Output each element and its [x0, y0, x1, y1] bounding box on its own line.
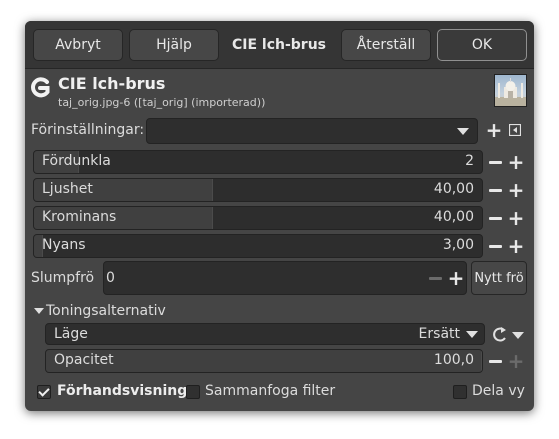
seed-label: Slumpfrö — [31, 270, 95, 286]
filter-title: CIE lch-brus — [58, 74, 166, 93]
dialog-title: CIE lch-brus — [231, 37, 327, 53]
slider-label: Nyans — [42, 237, 86, 253]
mode-combo[interactable]: Läge Ersätt — [45, 323, 485, 345]
filter-dialog: Avbryt Hjälp CIE lch-brus Återställ OK C… — [25, 21, 534, 411]
preview-label[interactable]: Förhandsvisning — [57, 383, 187, 399]
slider-value: 40,00 — [433, 209, 474, 225]
chevron-down-icon — [457, 128, 469, 135]
reset-button[interactable]: Återställ — [341, 29, 431, 61]
seed-input[interactable]: 0 — [103, 261, 467, 295]
decrease-button[interactable] — [485, 179, 505, 201]
slider-label: Fördunkla — [42, 153, 111, 169]
mode-label: Läge — [54, 326, 88, 342]
cancel-button[interactable]: Avbryt — [33, 29, 123, 61]
slider-ljushet[interactable]: Ljushet 40,00 — [33, 178, 483, 202]
expander-arrow-icon[interactable] — [34, 308, 44, 314]
merge-filter-label[interactable]: Sammanfoga filter — [205, 383, 335, 399]
gegl-logo-icon — [31, 77, 50, 98]
composite-mode-icon[interactable] — [492, 326, 526, 344]
decrease-button[interactable] — [485, 151, 505, 173]
slider-nyans[interactable]: Nyans 3,00 — [33, 234, 483, 258]
slider-fordunkla[interactable]: Fördunkla 2 — [33, 150, 483, 174]
split-view-checkbox[interactable] — [453, 385, 467, 399]
presets-menu-icon[interactable] — [509, 124, 521, 136]
presets-combo[interactable] — [146, 118, 478, 144]
split-view-label[interactable]: Dela vy — [472, 383, 525, 399]
slider-value: 2 — [465, 153, 474, 169]
seed-increase-button[interactable]: + — [446, 267, 466, 289]
increase-button[interactable]: + — [506, 151, 526, 173]
increase-button[interactable]: + — [506, 207, 526, 229]
ok-button[interactable]: OK — [437, 29, 527, 61]
opacity-decrease-button[interactable] — [485, 350, 505, 372]
decrease-button[interactable] — [485, 235, 505, 257]
slider-value: 3,00 — [442, 237, 474, 253]
presets-label: Förinställningar: — [31, 122, 145, 138]
opacity-value: 100,0 — [433, 352, 474, 368]
slider-label: Ljushet — [42, 181, 93, 197]
preview-checkbox[interactable] — [37, 385, 51, 399]
opacity-slider[interactable]: Opacitet 100,0 — [45, 349, 483, 373]
add-preset-button[interactable]: + — [484, 119, 504, 141]
new-seed-button[interactable]: Nytt frö — [471, 261, 527, 295]
filter-source: taj_orig.jpg-6 ([taj_orig] (importerad)) — [58, 96, 266, 109]
seed-decrease-button[interactable] — [425, 267, 445, 289]
opacity-label: Opacitet — [54, 352, 114, 368]
header-bar: Avbryt Hjälp CIE lch-brus Återställ OK — [25, 21, 534, 69]
mode-value: Ersätt — [418, 326, 460, 342]
taj-thumbnail-icon — [495, 78, 526, 106]
slider-label: Krominans — [42, 209, 117, 225]
blending-section-label[interactable]: Toningsalternativ — [46, 303, 166, 319]
increase-button[interactable]: + — [506, 235, 526, 257]
help-button[interactable]: Hjälp — [129, 29, 219, 61]
chevron-down-icon — [466, 331, 478, 338]
decrease-button[interactable] — [485, 207, 505, 229]
opacity-increase-button[interactable]: + — [506, 350, 526, 372]
slider-value: 40,00 — [433, 181, 474, 197]
image-thumbnail — [494, 74, 527, 107]
slider-krominans[interactable]: Krominans 40,00 — [33, 206, 483, 230]
merge-filter-checkbox[interactable] — [186, 385, 200, 399]
seed-value: 0 — [106, 270, 115, 286]
increase-button[interactable]: + — [506, 179, 526, 201]
